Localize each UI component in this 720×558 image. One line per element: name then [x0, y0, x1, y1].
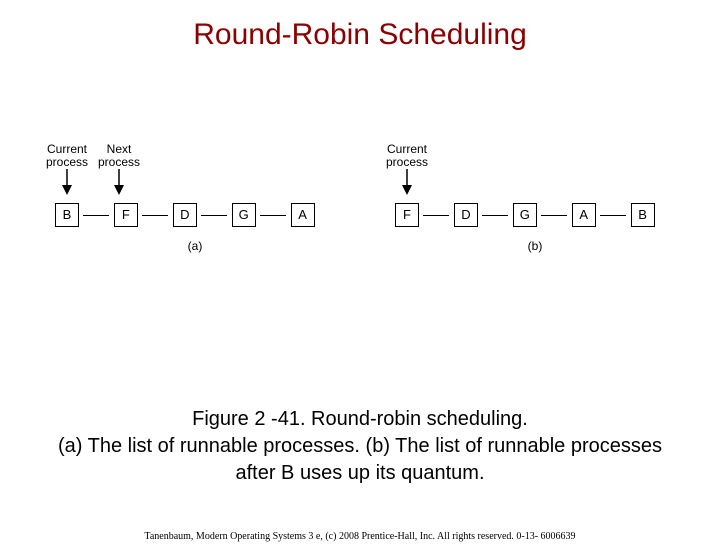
label-next-text-a: Next process	[89, 143, 149, 169]
connector	[423, 215, 449, 216]
process-box: G	[232, 203, 256, 227]
label-current-text-b: Current process	[377, 143, 437, 169]
label-next-a: Next process	[89, 143, 149, 197]
process-box: F	[395, 203, 419, 227]
connector	[260, 215, 286, 216]
process-box: A	[572, 203, 596, 227]
subcaption-a: (a)	[55, 239, 335, 253]
connector	[201, 215, 227, 216]
figure-caption: Figure 2 -41. Round-robin scheduling. (a…	[40, 406, 680, 487]
process-box: G	[513, 203, 537, 227]
figure-area: Current process Next process B F D G A (…	[55, 143, 665, 273]
connector	[142, 215, 168, 216]
subcaption-b: (b)	[395, 239, 675, 253]
label-current-text-a: Current process	[37, 143, 97, 169]
process-box: D	[173, 203, 197, 227]
label-current-b: Current process	[377, 143, 437, 197]
page-title: Round-Robin Scheduling	[0, 18, 720, 52]
arrow-icon	[109, 169, 129, 197]
process-box: A	[291, 203, 315, 227]
arrow-icon	[57, 169, 77, 197]
process-box: D	[454, 203, 478, 227]
arrow-icon	[397, 169, 417, 197]
connector	[600, 215, 626, 216]
process-box: B	[55, 203, 79, 227]
process-box: B	[631, 203, 655, 227]
process-box: F	[114, 203, 138, 227]
label-current-a: Current process	[37, 143, 97, 197]
queue-b-boxes: F D G A B	[395, 203, 655, 227]
copyright-footer: Tanenbaum, Modern Operating Systems 3 e,…	[0, 531, 720, 542]
connector	[541, 215, 567, 216]
connector	[482, 215, 508, 216]
connector	[83, 215, 109, 216]
queue-a-boxes: B F D G A	[55, 203, 315, 227]
